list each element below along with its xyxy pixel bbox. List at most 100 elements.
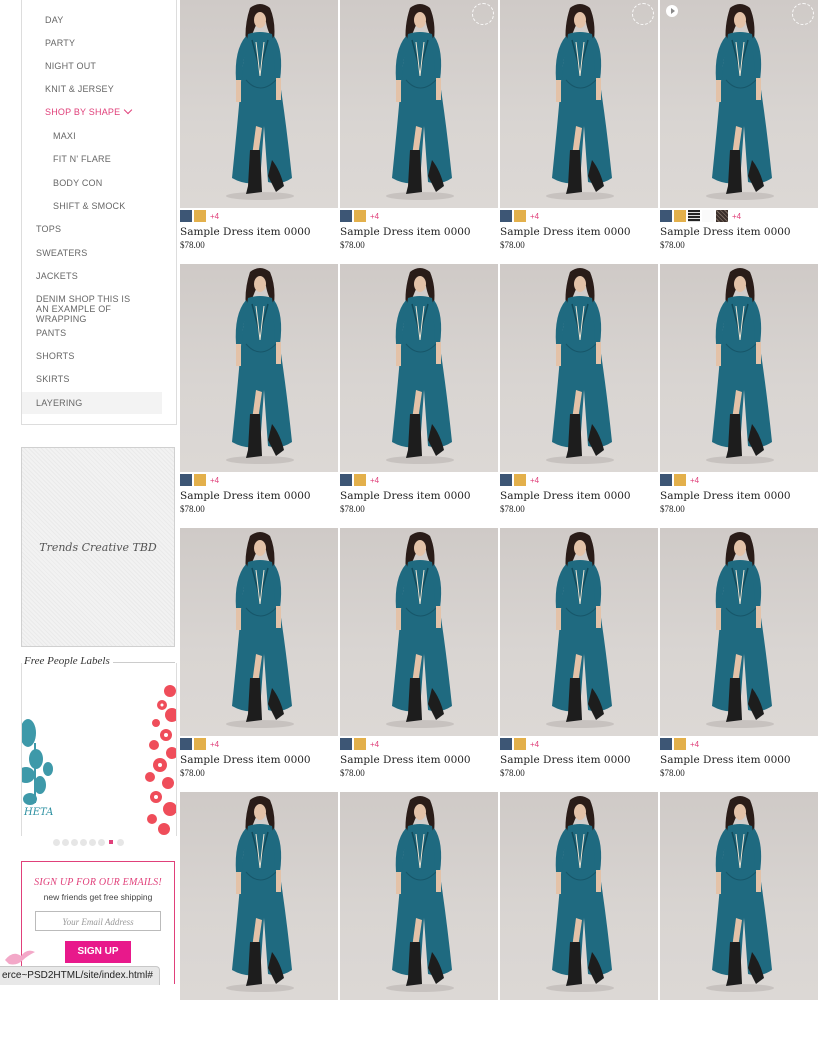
color-swatch-gold[interactable] — [194, 210, 206, 222]
color-swatch-blue[interactable] — [340, 738, 352, 750]
carousel-dot[interactable] — [62, 839, 69, 846]
carousel-dot[interactable] — [98, 839, 105, 846]
product-image[interactable] — [500, 792, 658, 1000]
nav-item-body-con[interactable]: BODY CON — [22, 178, 176, 189]
product-image[interactable] — [340, 528, 498, 736]
carousel-dot[interactable] — [89, 839, 96, 846]
nav-item-party[interactable]: PARTY — [22, 38, 176, 49]
color-swatch-gold[interactable] — [674, 474, 686, 486]
product-card[interactable]: +4 Sample Dress item 0000 $78.00 — [180, 528, 338, 790]
color-swatch-gold[interactable] — [194, 738, 206, 750]
product-name[interactable]: Sample Dress item 0000 — [340, 754, 471, 766]
product-card[interactable] — [340, 792, 498, 1054]
more-colors-count[interactable]: +4 — [690, 476, 699, 485]
nav-item-fit-n-flare[interactable]: FIT N' FLARE — [22, 154, 176, 165]
nav-item-knit-jersey[interactable]: KNIT & JERSEY — [22, 84, 176, 95]
nav-item-night-out[interactable]: NIGHT OUT — [22, 61, 176, 72]
more-colors-count[interactable]: +4 — [370, 476, 379, 485]
more-colors-count[interactable]: +4 — [690, 740, 699, 749]
nav-item-shift-smock[interactable]: SHIFT & SMOCK — [22, 201, 176, 212]
color-swatch-blue[interactable] — [660, 210, 672, 222]
product-card[interactable] — [180, 792, 338, 1054]
product-image[interactable] — [180, 792, 338, 1000]
color-swatch-gold[interactable] — [514, 210, 526, 222]
product-card[interactable]: +4 Sample Dress item 0000 $78.00 — [660, 528, 818, 790]
color-swatch-blue[interactable] — [660, 738, 672, 750]
product-name[interactable]: Sample Dress item 0000 — [340, 490, 471, 502]
product-name[interactable]: Sample Dress item 0000 — [180, 754, 311, 766]
product-card[interactable]: +4 Sample Dress item 0000 $78.00 — [500, 0, 658, 262]
color-swatch-blue[interactable] — [500, 210, 512, 222]
carousel-dot[interactable] — [71, 839, 78, 846]
more-colors-count[interactable]: +4 — [370, 212, 379, 221]
nav-item-day[interactable]: DAY — [22, 15, 176, 26]
labels-carousel-slide[interactable]: HETA — [21, 663, 177, 836]
signup-button[interactable]: SIGN UP — [65, 941, 131, 963]
color-swatch-gold[interactable] — [674, 210, 686, 222]
carousel-dot[interactable] — [53, 839, 60, 846]
color-swatch-pattern[interactable] — [716, 210, 728, 222]
product-name[interactable]: Sample Dress item 0000 — [340, 226, 471, 238]
play-icon[interactable] — [666, 5, 678, 17]
color-swatch-stripe[interactable] — [688, 210, 700, 222]
nav-item-jackets[interactable]: JACKETS — [22, 271, 162, 282]
color-swatch-blue[interactable] — [340, 210, 352, 222]
product-image[interactable] — [180, 528, 338, 736]
more-colors-count[interactable]: +4 — [370, 740, 379, 749]
product-card[interactable] — [500, 792, 658, 1054]
trends-creative-banner[interactable]: Trends Creative TBD — [21, 447, 175, 647]
more-colors-count[interactable]: +4 — [530, 476, 539, 485]
product-image[interactable] — [180, 0, 338, 208]
nav-item-denim-shop-this-is-an-example-of-wrapping[interactable]: DENIM SHOP THIS IS AN EXAMPLE OF WRAPPIN… — [22, 294, 142, 324]
product-image[interactable] — [500, 528, 658, 736]
color-swatch-gold[interactable] — [514, 738, 526, 750]
product-card[interactable]: +4 Sample Dress item 0000 $78.00 — [340, 528, 498, 790]
color-swatch-blue[interactable] — [180, 210, 192, 222]
nav-item-sweaters[interactable]: SWEATERS — [22, 248, 162, 259]
color-swatch-gold[interactable] — [354, 210, 366, 222]
color-swatch-blue[interactable] — [180, 474, 192, 486]
nav-item-pants[interactable]: PANTS — [22, 328, 162, 339]
product-name[interactable]: Sample Dress item 0000 — [500, 754, 631, 766]
product-image[interactable] — [660, 264, 818, 472]
product-image[interactable] — [660, 792, 818, 1000]
product-name[interactable]: Sample Dress item 0000 — [500, 226, 631, 238]
more-colors-count[interactable]: +4 — [210, 212, 219, 221]
nav-item-tops[interactable]: TOPS — [22, 224, 162, 235]
color-swatch-gold[interactable] — [354, 474, 366, 486]
color-swatch-gold[interactable] — [194, 474, 206, 486]
product-image[interactable] — [340, 792, 498, 1000]
product-card[interactable]: +4 Sample Dress item 0000 $78.00 — [340, 264, 498, 526]
color-swatch-blue[interactable] — [500, 474, 512, 486]
product-name[interactable]: Sample Dress item 0000 — [660, 754, 791, 766]
color-swatch-blue[interactable] — [500, 738, 512, 750]
color-swatch-white[interactable] — [702, 210, 714, 222]
product-image[interactable] — [180, 264, 338, 472]
product-image[interactable] — [340, 264, 498, 472]
color-swatch-blue[interactable] — [180, 738, 192, 750]
product-image[interactable] — [660, 0, 818, 208]
more-colors-count[interactable]: +4 — [530, 212, 539, 221]
color-swatch-blue[interactable] — [340, 474, 352, 486]
product-name[interactable]: Sample Dress item 0000 — [500, 490, 631, 502]
carousel-dot[interactable] — [80, 839, 87, 846]
nav-item-shop-by-shape[interactable]: SHOP BY SHAPE — [22, 105, 176, 118]
nav-item-layering[interactable]: LAYERING — [22, 392, 162, 414]
nav-item-maxi[interactable]: MAXI — [22, 131, 176, 142]
product-card[interactable]: +4 Sample Dress item 0000 $78.00 — [180, 0, 338, 262]
color-swatch-gold[interactable] — [354, 738, 366, 750]
product-image[interactable] — [660, 528, 818, 736]
more-colors-count[interactable]: +4 — [530, 740, 539, 749]
product-card[interactable]: +4 Sample Dress item 0000 $78.00 — [500, 264, 658, 526]
email-input[interactable]: Your Email Address — [35, 911, 161, 931]
product-card[interactable]: +4 Sample Dress item 0000 $78.00 — [340, 0, 498, 262]
more-colors-count[interactable]: +4 — [210, 740, 219, 749]
more-colors-count[interactable]: +4 — [210, 476, 219, 485]
product-image[interactable] — [500, 264, 658, 472]
product-image[interactable] — [500, 0, 658, 208]
product-image[interactable] — [340, 0, 498, 208]
color-swatch-blue[interactable] — [660, 474, 672, 486]
product-name[interactable]: Sample Dress item 0000 — [660, 490, 791, 502]
nav-item-shorts[interactable]: SHORTS — [22, 351, 162, 362]
product-name[interactable]: Sample Dress item 0000 — [180, 490, 311, 502]
